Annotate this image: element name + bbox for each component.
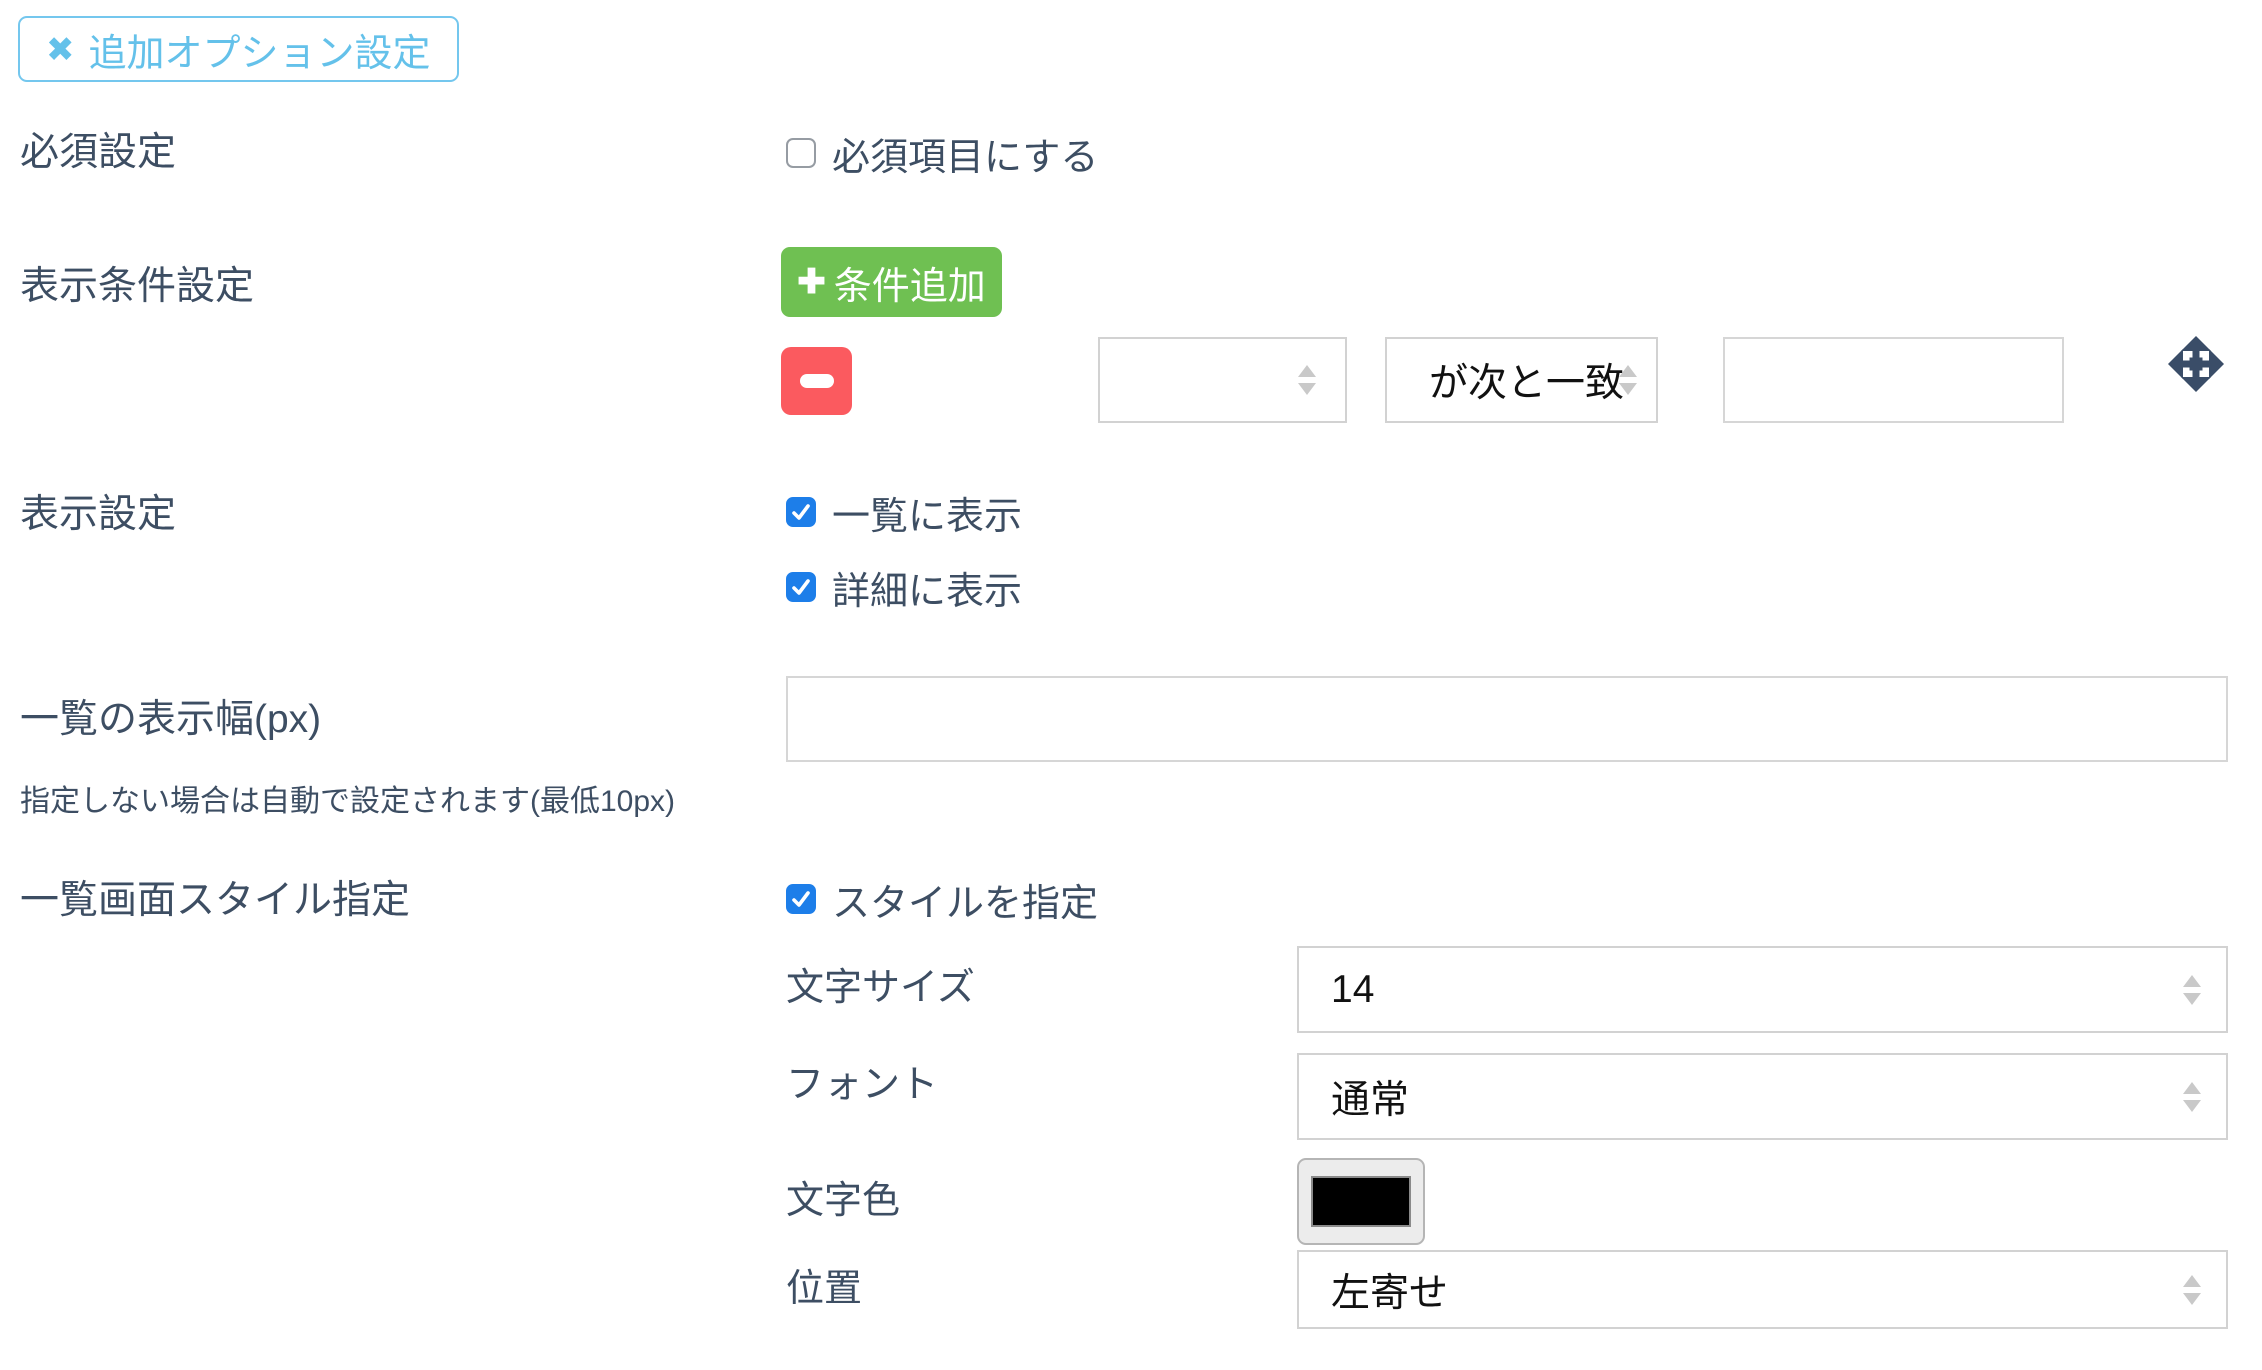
list-display-checkbox[interactable] <box>786 497 816 527</box>
style-checkbox-label: スタイルを指定 <box>832 872 1098 927</box>
font-label: フォント <box>786 1060 938 1110</box>
plus-icon: ✚ <box>797 265 826 299</box>
select-arrows-icon <box>1299 365 1315 395</box>
required-checkbox[interactable] <box>786 138 816 168</box>
detail-display-label: 詳細に表示 <box>832 560 1022 615</box>
position-label: 位置 <box>786 1264 862 1314</box>
style-checkbox[interactable] <box>786 884 816 914</box>
list-width-label: 一覧の表示幅(px) <box>20 695 321 745</box>
condition-setting-label: 表示条件設定 <box>20 262 254 312</box>
list-width-input[interactable] <box>786 676 2228 762</box>
list-display-label: 一覧に表示 <box>832 485 1022 540</box>
position-select[interactable]: 左寄せ <box>1297 1250 2228 1329</box>
x-mark-icon: ✖ <box>46 33 75 67</box>
minus-icon <box>800 374 834 388</box>
select-arrows-icon <box>2184 1082 2200 1112</box>
font-size-select[interactable]: 14 <box>1297 946 2228 1033</box>
list-width-note: 指定しない場合は自動で設定されます(最低10px) <box>20 782 675 822</box>
remove-condition-button[interactable] <box>781 347 852 415</box>
required-checkbox-label: 必須項目にする <box>832 126 1098 181</box>
condition-value-input[interactable] <box>1723 337 2064 423</box>
checkmark-icon <box>790 501 812 523</box>
checkmark-icon <box>790 888 812 910</box>
required-setting-label: 必須設定 <box>20 128 176 178</box>
additional-options-panel: ✖ 追加オプション設定 必須設定 必須項目にする 表示条件設定 ✚ 条件追加 が… <box>0 0 2262 1370</box>
additional-options-toggle-button[interactable]: ✖ 追加オプション設定 <box>18 16 459 82</box>
detail-display-checkbox[interactable] <box>786 572 816 602</box>
text-color-swatch[interactable] <box>1297 1158 1425 1245</box>
display-setting-label: 表示設定 <box>20 490 176 540</box>
select-arrows-icon <box>2184 1275 2200 1305</box>
condition-operator-select[interactable]: が次と一致 <box>1385 337 1658 423</box>
text-color-value <box>1311 1176 1411 1227</box>
add-condition-label: 条件追加 <box>834 255 986 310</box>
font-size-label: 文字サイズ <box>786 963 975 1013</box>
condition-field-select[interactable] <box>1098 337 1347 423</box>
toggle-button-label: 追加オプション設定 <box>89 22 431 77</box>
select-arrows-icon <box>1620 365 1636 395</box>
checkmark-icon <box>790 576 812 598</box>
move-handle-icon[interactable] <box>2160 328 2232 400</box>
font-select[interactable]: 通常 <box>1297 1053 2228 1140</box>
add-condition-button[interactable]: ✚ 条件追加 <box>781 247 1002 317</box>
select-arrows-icon <box>2184 975 2200 1005</box>
list-style-label: 一覧画面スタイル指定 <box>20 876 410 926</box>
text-color-label: 文字色 <box>786 1176 900 1226</box>
